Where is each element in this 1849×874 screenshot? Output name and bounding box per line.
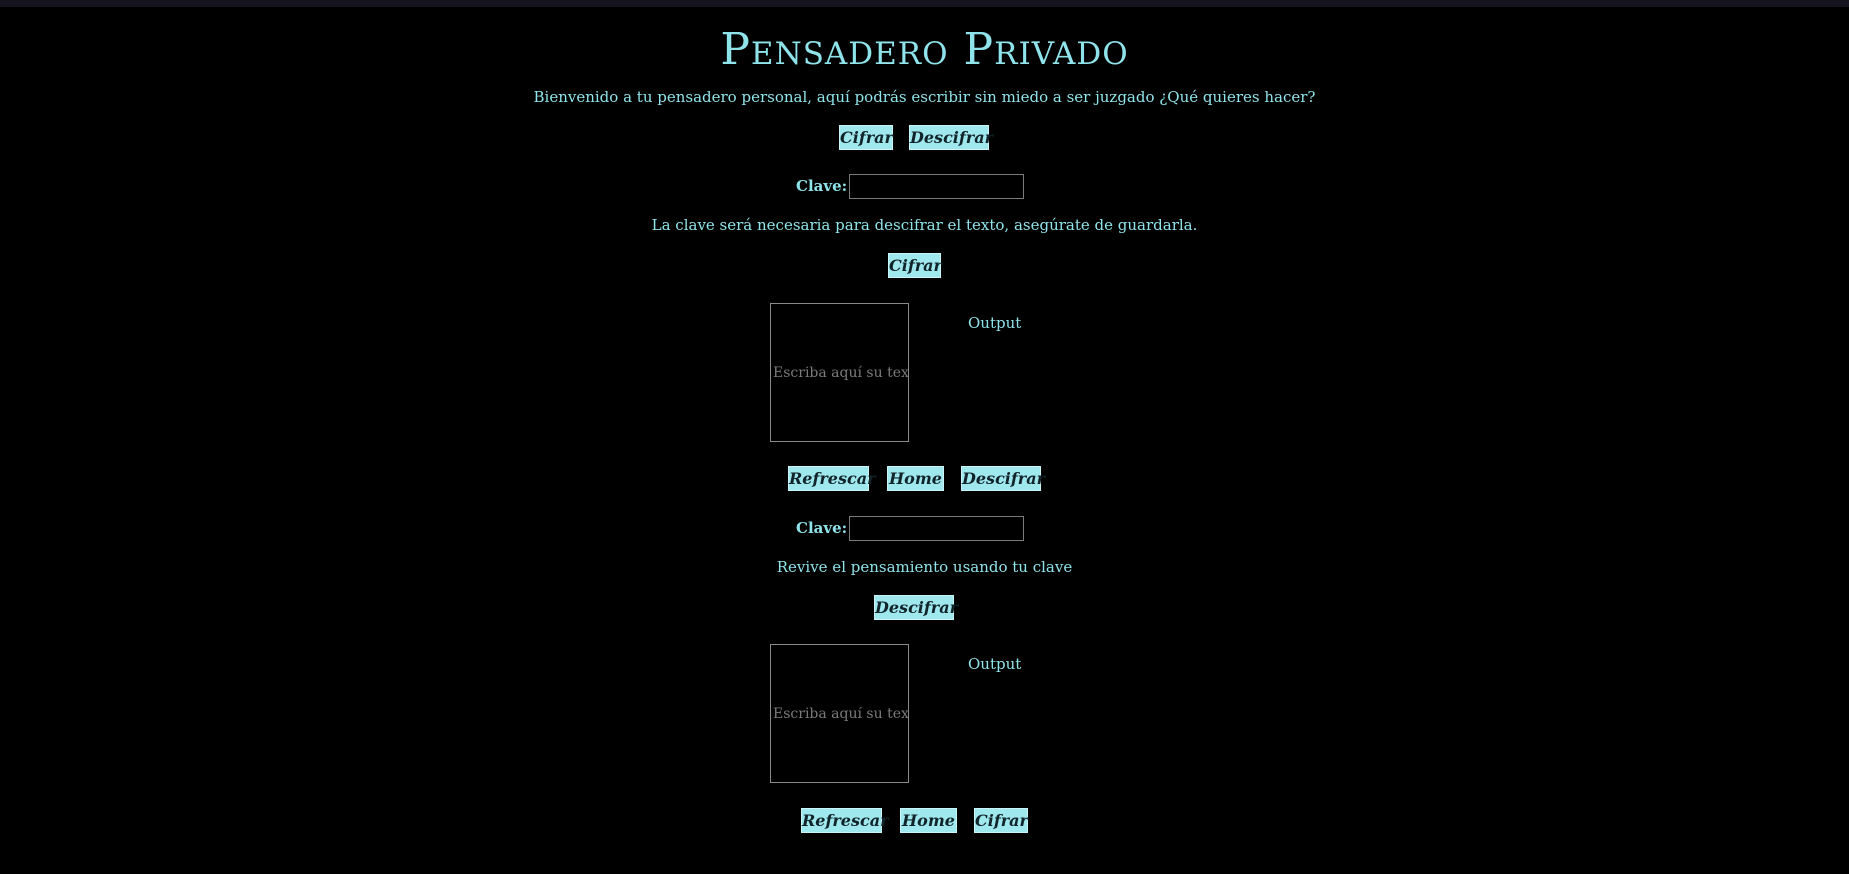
decrypt-output-label: Output: [968, 655, 1022, 673]
encrypt-key-input[interactable]: [849, 174, 1024, 199]
encrypt-refresh-button[interactable]: Refrescar: [788, 466, 876, 491]
decrypt-hint: Revive el pensamiento usando tu clave: [776, 558, 1073, 576]
decrypt-refresh-button[interactable]: Refrescar: [801, 808, 889, 833]
nav-descifrar-button[interactable]: Descifrar: [909, 125, 993, 150]
encrypt-action-button[interactable]: Cifrar: [888, 253, 942, 278]
decrypt-home-button[interactable]: Home: [900, 808, 957, 833]
encrypt-output-label: Output: [968, 314, 1022, 332]
welcome-text: Bienvenido a tu pensadero personal, aquí…: [533, 88, 1316, 106]
browser-top-bar: [0, 0, 1849, 7]
decrypt-switch-cifrar-button[interactable]: Cifrar: [974, 808, 1028, 833]
page-title: Pensadero Privado: [720, 24, 1129, 75]
encrypt-home-button[interactable]: Home: [887, 466, 944, 491]
encrypt-switch-descifrar-button[interactable]: Descifrar: [961, 466, 1045, 491]
decrypt-action-button[interactable]: Descifrar: [874, 595, 958, 620]
decrypt-text-area[interactable]: Escriba aquí su texto: [770, 644, 909, 783]
encrypt-hint: La clave será necesaria para descifrar e…: [651, 216, 1198, 234]
decrypt-key-input[interactable]: [849, 516, 1024, 541]
decrypt-key-label: Clave:: [796, 519, 848, 537]
encrypt-text-area[interactable]: Escriba aquí su texto: [770, 303, 909, 442]
nav-cifrar-button[interactable]: Cifrar: [839, 125, 893, 150]
encrypt-key-label: Clave:: [796, 177, 848, 195]
